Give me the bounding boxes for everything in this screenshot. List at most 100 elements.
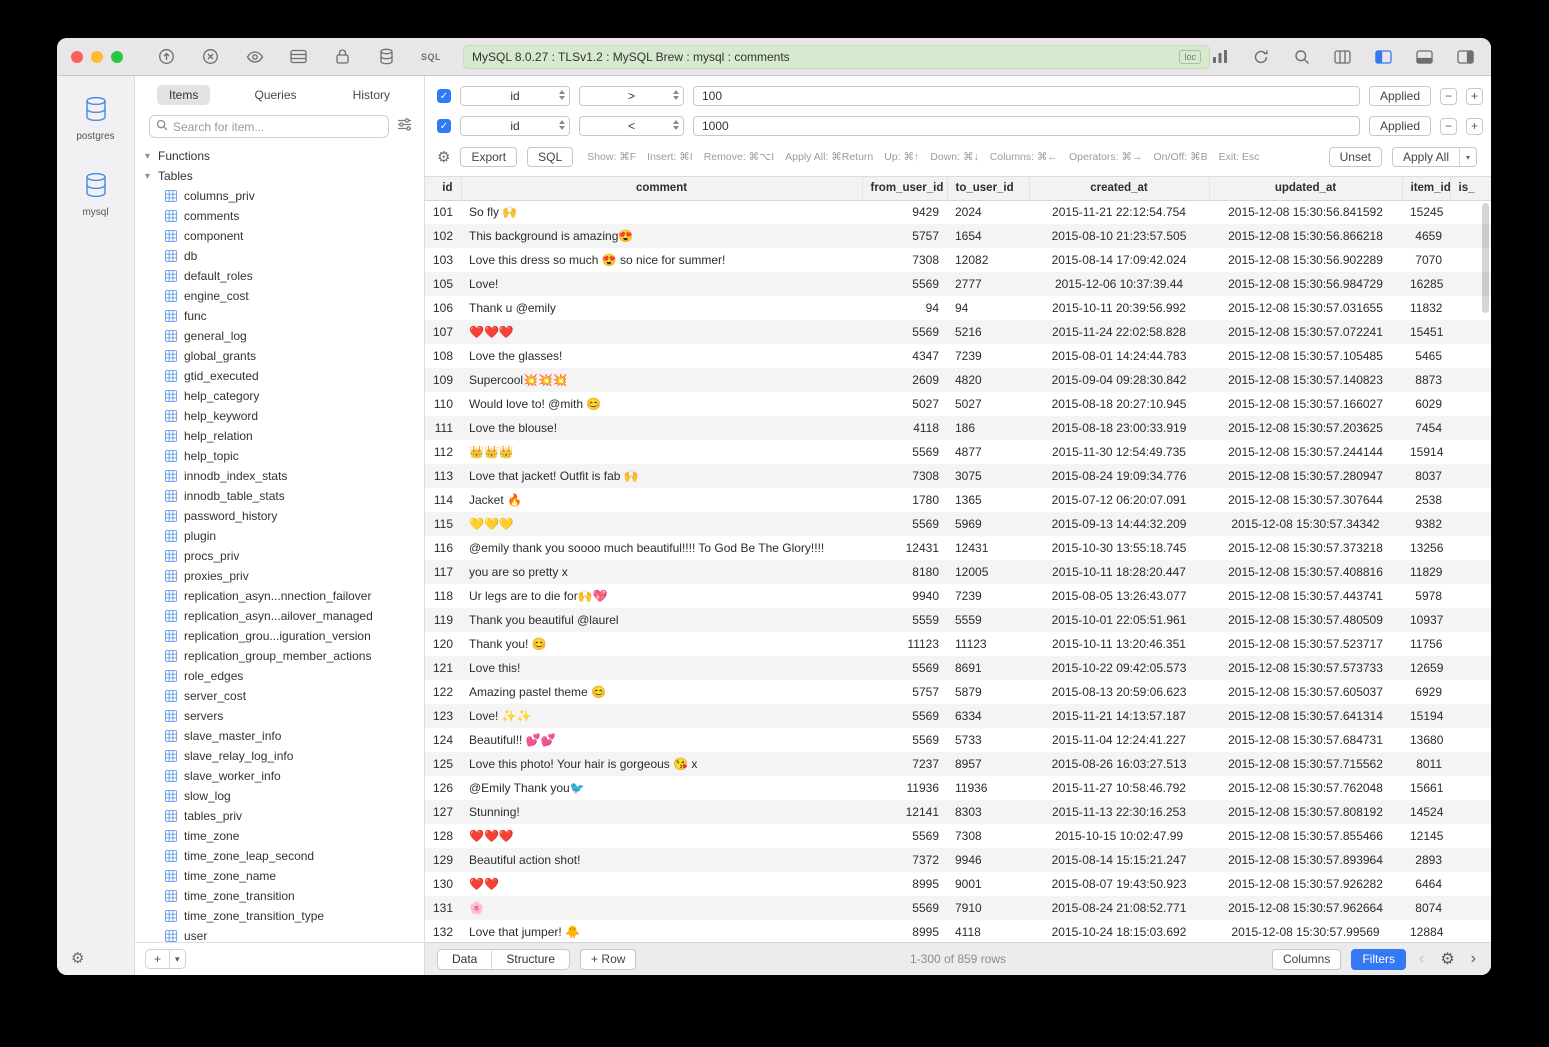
grid-cell-updated_at[interactable]: 2015-12-08 15:30:57.715562 — [1209, 752, 1402, 776]
grid-cell-from_user_id[interactable]: 5569 — [862, 512, 947, 536]
grid-cell-from_user_id[interactable]: 2609 — [862, 368, 947, 392]
add-filter-button[interactable]: + — [1466, 88, 1483, 105]
grid-cell-id[interactable]: 125 — [425, 752, 461, 776]
sql-editor-icon[interactable]: SQL — [421, 52, 441, 62]
grid-cell-from_user_id[interactable]: 5569 — [862, 440, 947, 464]
grid-cell-from_user_id[interactable]: 7237 — [862, 752, 947, 776]
grid-cell-to_user_id[interactable]: 5559 — [947, 608, 1029, 632]
grid-cell-comment[interactable]: Would love to! @mith 😊 — [461, 392, 862, 416]
grid-cell-to_user_id[interactable]: 5969 — [947, 512, 1029, 536]
sidebar-table-item[interactable]: replication_asyn...ailover_managed — [135, 606, 424, 626]
grid-cell-to_user_id[interactable]: 186 — [947, 416, 1029, 440]
grid-cell-is_[interactable] — [1450, 728, 1491, 752]
grid-row[interactable]: 112👑👑👑556948772015-11-30 12:54:49.735201… — [425, 440, 1491, 464]
grid-cell-id[interactable]: 117 — [425, 560, 461, 584]
grid-cell-created_at[interactable]: 2015-10-11 13:20:46.351 — [1029, 632, 1209, 656]
grid-cell-id[interactable]: 130 — [425, 872, 461, 896]
grid-cell-comment[interactable]: Thank you beautiful @laurel — [461, 608, 862, 632]
grid-row[interactable]: 132Love that jumper! 🐥899541182015-10-24… — [425, 920, 1491, 942]
sort-options-icon[interactable] — [397, 118, 412, 136]
grid-cell-id[interactable]: 121 — [425, 656, 461, 680]
grid-cell-id[interactable]: 119 — [425, 608, 461, 632]
grid-cell-comment[interactable]: Love the glasses! — [461, 344, 862, 368]
grid-cell-is_[interactable] — [1450, 512, 1491, 536]
grid-cell-item_id[interactable]: 8873 — [1402, 368, 1450, 392]
grid-row[interactable]: 125Love this photo! Your hair is gorgeou… — [425, 752, 1491, 776]
grid-settings-button[interactable]: ⚙ — [1437, 949, 1457, 969]
grid-cell-from_user_id[interactable]: 5569 — [862, 320, 947, 344]
grid-row[interactable]: 121Love this!556986912015-10-22 09:42:05… — [425, 656, 1491, 680]
grid-cell-from_user_id[interactable]: 12431 — [862, 536, 947, 560]
remove-filter-button[interactable]: − — [1440, 118, 1457, 135]
grid-cell-updated_at[interactable]: 2015-12-08 15:30:57.140823 — [1209, 368, 1402, 392]
column-header-comment[interactable]: comment — [461, 177, 862, 200]
grid-cell-created_at[interactable]: 2015-10-24 18:15:03.692 — [1029, 920, 1209, 942]
grid-cell-item_id[interactable]: 11756 — [1402, 632, 1450, 656]
sidebar-table-item[interactable]: plugin — [135, 526, 424, 546]
search-input[interactable] — [173, 120, 382, 134]
grid-cell-id[interactable]: 129 — [425, 848, 461, 872]
grid-row[interactable]: 127Stunning!1214183032015-11-13 22:30:16… — [425, 800, 1491, 824]
sidebar-table-item[interactable]: replication_asyn...nnection_failover — [135, 586, 424, 606]
grid-cell-is_[interactable] — [1450, 920, 1491, 942]
grid-cell-id[interactable]: 113 — [425, 464, 461, 488]
grid-cell-id[interactable]: 123 — [425, 704, 461, 728]
grid-cell-is_[interactable] — [1450, 896, 1491, 920]
toggle-right-panel-icon[interactable] — [1456, 47, 1475, 66]
next-page-button[interactable]: › — [1468, 950, 1479, 968]
grid-cell-item_id[interactable]: 8037 — [1402, 464, 1450, 488]
grid-cell-is_[interactable] — [1450, 824, 1491, 848]
grid-cell-to_user_id[interactable]: 4820 — [947, 368, 1029, 392]
grid-cell-from_user_id[interactable]: 8180 — [862, 560, 947, 584]
grid-cell-id[interactable]: 107 — [425, 320, 461, 344]
grid-cell-is_[interactable] — [1450, 656, 1491, 680]
filter-column-select[interactable]: id — [460, 86, 570, 106]
column-header-from_user_id[interactable]: from_user_id — [862, 177, 947, 200]
grid-cell-updated_at[interactable]: 2015-12-08 15:30:56.984729 — [1209, 272, 1402, 296]
grid-row[interactable]: 114Jacket 🔥178013652015-07-12 06:20:07.0… — [425, 488, 1491, 512]
tab-structure[interactable]: Structure — [491, 950, 569, 969]
grid-cell-to_user_id[interactable]: 4118 — [947, 920, 1029, 942]
tab-queries[interactable]: Queries — [242, 85, 308, 105]
grid-cell-updated_at[interactable]: 2015-12-08 15:30:57.203625 — [1209, 416, 1402, 440]
grid-cell-item_id[interactable]: 15451 — [1402, 320, 1450, 344]
grid-cell-comment[interactable]: Beautiful action shot! — [461, 848, 862, 872]
grid-row[interactable]: 108Love the glasses!434772392015-08-01 1… — [425, 344, 1491, 368]
unset-button[interactable]: Unset — [1329, 147, 1382, 167]
column-header-created_at[interactable]: created_at — [1029, 177, 1209, 200]
filters-button[interactable]: Filters — [1351, 949, 1406, 970]
grid-cell-created_at[interactable]: 2015-11-30 12:54:49.735 — [1029, 440, 1209, 464]
filter-operator-select[interactable]: < — [579, 116, 684, 136]
tree-group-tables[interactable]: ▾ Tables — [135, 166, 424, 186]
grid-cell-from_user_id[interactable]: 11936 — [862, 776, 947, 800]
column-header-id[interactable]: id — [425, 177, 461, 200]
grid-row[interactable]: 103Love this dress so much 😍 so nice for… — [425, 248, 1491, 272]
grid-cell-item_id[interactable]: 6929 — [1402, 680, 1450, 704]
sidebar-table-item[interactable]: proxies_priv — [135, 566, 424, 586]
grid-cell-updated_at[interactable]: 2015-12-08 15:30:57.244144 — [1209, 440, 1402, 464]
grid-cell-to_user_id[interactable]: 7239 — [947, 584, 1029, 608]
grid-cell-item_id[interactable]: 11829 — [1402, 560, 1450, 584]
grid-cell-to_user_id[interactable]: 2024 — [947, 200, 1029, 224]
sidebar-table-item[interactable]: time_zone — [135, 826, 424, 846]
sidebar-table-item[interactable]: innodb_index_stats — [135, 466, 424, 486]
grid-cell-from_user_id[interactable]: 94 — [862, 296, 947, 320]
connection-postgres[interactable]: postgres — [57, 96, 134, 142]
grid-cell-item_id[interactable]: 2893 — [1402, 848, 1450, 872]
sidebar-table-item[interactable]: time_zone_transition_type — [135, 906, 424, 926]
grid-cell-comment[interactable]: Thank you! 😊 — [461, 632, 862, 656]
sidebar-table-item[interactable]: time_zone_name — [135, 866, 424, 886]
sidebar-table-item[interactable]: global_grants — [135, 346, 424, 366]
filter-column-select[interactable]: id — [460, 116, 570, 136]
grid-cell-comment[interactable]: ❤️❤️❤️ — [461, 320, 862, 344]
tab-items[interactable]: Items — [157, 85, 210, 105]
grid-cell-from_user_id[interactable]: 5569 — [862, 704, 947, 728]
grid-row[interactable]: 109Supercool💥💥💥260948202015-09-04 09:28:… — [425, 368, 1491, 392]
grid-cell-to_user_id[interactable]: 6334 — [947, 704, 1029, 728]
grid-row[interactable]: 122Amazing pastel theme 😊575758792015-08… — [425, 680, 1491, 704]
grid-cell-updated_at[interactable]: 2015-12-08 15:30:57.962664 — [1209, 896, 1402, 920]
grid-cell-from_user_id[interactable]: 8995 — [862, 920, 947, 942]
grid-cell-comment[interactable]: Jacket 🔥 — [461, 488, 862, 512]
grid-cell-id[interactable]: 106 — [425, 296, 461, 320]
grid-cell-to_user_id[interactable]: 7910 — [947, 896, 1029, 920]
